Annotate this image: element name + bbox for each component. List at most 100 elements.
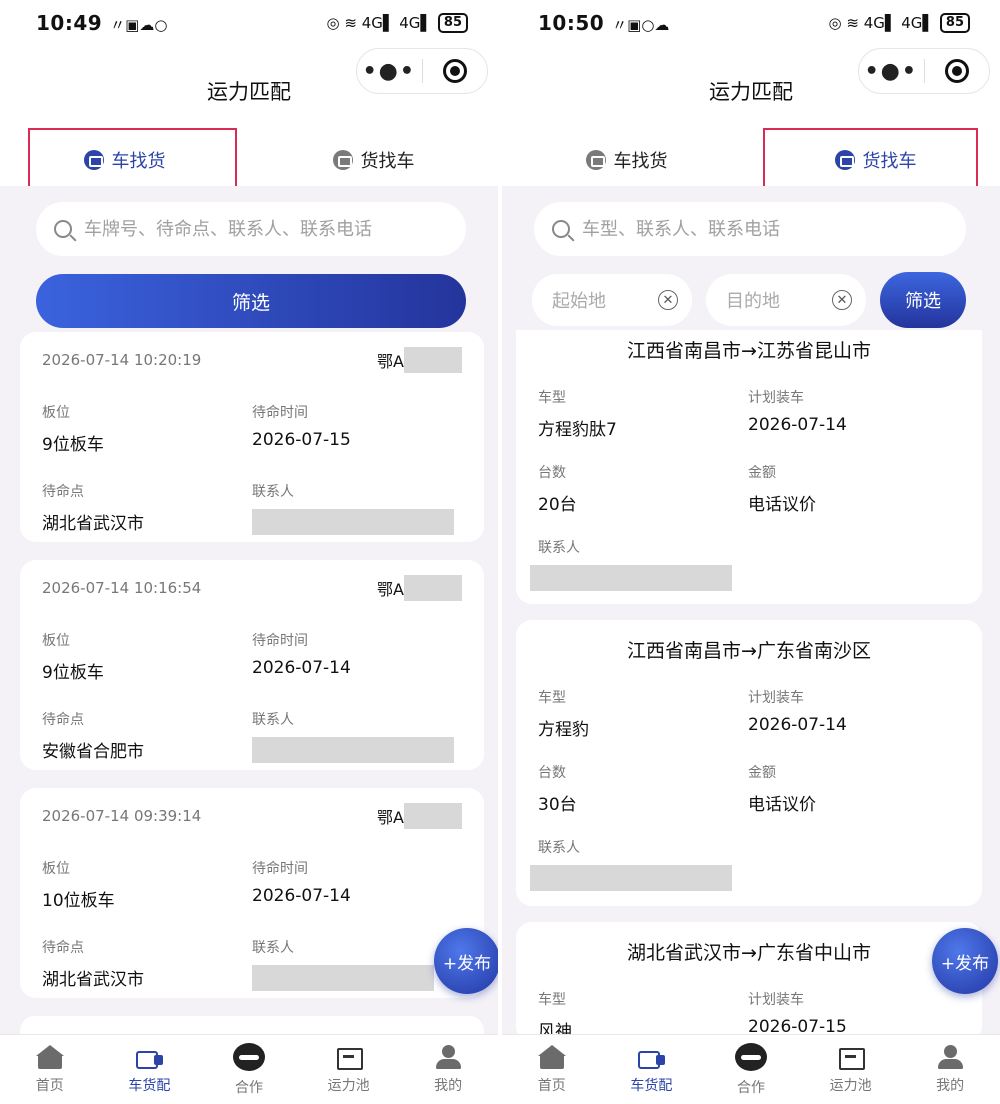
route-text: 江西省南昌市→江苏省昆山市 bbox=[627, 340, 871, 362]
search-bar[interactable] bbox=[534, 202, 966, 256]
field-label: 车型 bbox=[538, 992, 566, 1008]
field-label: 联系人 bbox=[252, 940, 294, 956]
tab-cargo-find-vehicle[interactable]: 货找车 bbox=[249, 132, 498, 188]
tab-label: 车找货 bbox=[613, 151, 668, 172]
tab-vehicle-find-cargo[interactable]: 车找货 bbox=[502, 132, 751, 188]
field-label: 金额 bbox=[748, 465, 776, 481]
clear-icon[interactable]: ✕ bbox=[658, 290, 678, 310]
nav-me[interactable]: 我的 bbox=[900, 1035, 1000, 1104]
status-time: 10:49 bbox=[36, 11, 103, 35]
home-icon bbox=[537, 1044, 567, 1069]
origin-field[interactable]: 起始地 ✕ bbox=[532, 274, 692, 326]
search-input[interactable] bbox=[84, 218, 444, 240]
field-value: 湖北省武汉市 bbox=[42, 970, 144, 990]
route-text: 湖北省武汉市→广东省中山市 bbox=[627, 942, 871, 964]
tab-bar: 车找货 货找车 bbox=[0, 128, 498, 192]
search-bar[interactable] bbox=[36, 202, 466, 256]
post-time: 2026-07-14 10:16:54 bbox=[42, 579, 202, 597]
field-value: 电话议价 bbox=[748, 795, 816, 815]
redacted-block bbox=[252, 509, 454, 535]
capacity-pool-icon bbox=[836, 1045, 866, 1070]
nav-label: 我的 bbox=[434, 1077, 463, 1094]
field-label: 待命时间 bbox=[252, 861, 308, 877]
destination-placeholder: 目的地 bbox=[726, 291, 780, 312]
filter-button[interactable]: 筛选 bbox=[36, 274, 466, 328]
profile-icon bbox=[935, 1044, 965, 1069]
nav-home[interactable]: 首页 bbox=[0, 1035, 100, 1104]
redacted-block bbox=[252, 965, 434, 991]
plate-prefix: 鄂A bbox=[377, 580, 404, 599]
field-value: 安徽省合肥市 bbox=[42, 742, 144, 762]
field-label: 台数 bbox=[538, 465, 566, 481]
left-screen: 10:49 〃▣☁○ ◎ ≋ 4G▌ 4G▌ 85 •●• 运力匹配 车找货 货找… bbox=[0, 0, 498, 1104]
field-value: 30台 bbox=[538, 795, 577, 815]
field-value: 2026-07-14 bbox=[748, 415, 847, 435]
field-value: 2026-07-14 bbox=[252, 658, 351, 678]
vehicle-card[interactable]: 2026-07-14 10:20:19 鄂A 板位 9位板车 待命时间 2026-0… bbox=[20, 332, 484, 542]
cargo-vehicle-icon bbox=[834, 150, 855, 170]
field-value: 方程豹 bbox=[538, 720, 589, 740]
nav-label: 合作 bbox=[736, 1079, 765, 1096]
search-input[interactable] bbox=[582, 218, 942, 240]
origin-placeholder: 起始地 bbox=[552, 291, 606, 312]
nav-label: 首页 bbox=[35, 1077, 64, 1094]
redacted-block bbox=[404, 347, 462, 373]
nav-label: 合作 bbox=[234, 1079, 263, 1096]
cargo-card[interactable]: 湖北省武汉市→广东省中山市 车型 风神 计划装车 2026-07-15 bbox=[516, 922, 982, 1042]
redacted-block bbox=[404, 803, 462, 829]
nav-me[interactable]: 我的 bbox=[398, 1035, 498, 1104]
status-bar: 10:50 〃▣○☁ ◎ ≋ 4G▌ 4G▌ 85 bbox=[502, 0, 1000, 46]
destination-field[interactable]: 目的地 ✕ bbox=[706, 274, 866, 326]
field-value: 2026-07-14 bbox=[748, 715, 847, 735]
tab-label: 货找车 bbox=[862, 151, 917, 172]
tab-bar: 车找货 货找车 bbox=[502, 128, 1000, 192]
search-icon bbox=[54, 220, 72, 238]
field-label: 待命点 bbox=[42, 940, 84, 956]
tab-vehicle-find-cargo[interactable]: 车找货 bbox=[0, 128, 249, 192]
nav-label: 运力池 bbox=[829, 1077, 872, 1094]
plate-prefix: 鄂A bbox=[377, 352, 404, 371]
field-value: 9位板车 bbox=[42, 663, 104, 683]
right-screen: 10:50 〃▣○☁ ◎ ≋ 4G▌ 4G▌ 85 •●• 运力匹配 车找货 货找… bbox=[502, 0, 1000, 1104]
tab-cargo-find-vehicle[interactable]: 货找车 bbox=[751, 128, 1000, 192]
nav-cooperation[interactable]: 合作 bbox=[199, 1035, 299, 1104]
notification-icons: 〃▣○☁ bbox=[612, 16, 670, 34]
nav-label: 运力池 bbox=[327, 1077, 370, 1094]
license-plate: 鄂A bbox=[377, 803, 462, 829]
home-icon bbox=[35, 1044, 65, 1069]
vehicle-card[interactable]: 2026-07-14 09:39:14 鄂A 板位 10位板车 待命时间 2026-… bbox=[20, 788, 484, 998]
nav-cooperation[interactable]: 合作 bbox=[701, 1035, 801, 1104]
license-plate: 鄂A bbox=[377, 347, 462, 373]
publish-button[interactable]: +发布 bbox=[932, 928, 998, 994]
nav-capacity-pool[interactable]: 运力池 bbox=[801, 1035, 901, 1104]
field-label: 待命点 bbox=[42, 484, 84, 500]
clear-icon[interactable]: ✕ bbox=[832, 290, 852, 310]
battery-icon: 85 bbox=[437, 13, 468, 33]
field-label: 联系人 bbox=[252, 484, 294, 500]
field-label: 待命点 bbox=[42, 712, 84, 728]
nav-label: 我的 bbox=[936, 1077, 965, 1094]
truck-icon bbox=[134, 1045, 164, 1069]
publish-button[interactable]: +发布 bbox=[434, 928, 498, 994]
field-value: 9位板车 bbox=[42, 435, 104, 455]
redacted-block bbox=[530, 865, 732, 891]
cargo-card[interactable]: 江西省南昌市→广东省南沙区 车型 方程豹 计划装车 2026-07-14 台数 30台… bbox=[516, 620, 982, 906]
status-time: 10:50 bbox=[538, 11, 605, 35]
field-label: 台数 bbox=[538, 765, 566, 781]
nav-home[interactable]: 首页 bbox=[502, 1035, 602, 1104]
nav-label: 首页 bbox=[537, 1077, 566, 1094]
nav-vehicle-cargo[interactable]: 车货配 bbox=[602, 1035, 702, 1104]
field-label: 计划装车 bbox=[748, 992, 804, 1008]
field-label: 板位 bbox=[42, 405, 70, 421]
vehicle-card[interactable]: 2026-07-14 10:16:54 鄂A 板位 9位板车 待命时间 2026-0… bbox=[20, 560, 484, 770]
nav-vehicle-cargo[interactable]: 车货配 bbox=[100, 1035, 200, 1104]
field-value: 10位板车 bbox=[42, 891, 115, 911]
search-icon bbox=[552, 220, 570, 238]
cargo-card[interactable]: 江西省南昌市→江苏省昆山市 车型 方程豹肽7 计划装车 2026-07-14 台数 2… bbox=[516, 330, 982, 604]
field-value: 20台 bbox=[538, 495, 577, 515]
filter-button[interactable]: 筛选 bbox=[880, 272, 966, 328]
nav-capacity-pool[interactable]: 运力池 bbox=[299, 1035, 399, 1104]
field-label: 联系人 bbox=[538, 840, 580, 856]
bottom-nav: 首页 车货配 合作 运力池 我的 bbox=[0, 1034, 498, 1104]
profile-icon bbox=[433, 1044, 463, 1069]
